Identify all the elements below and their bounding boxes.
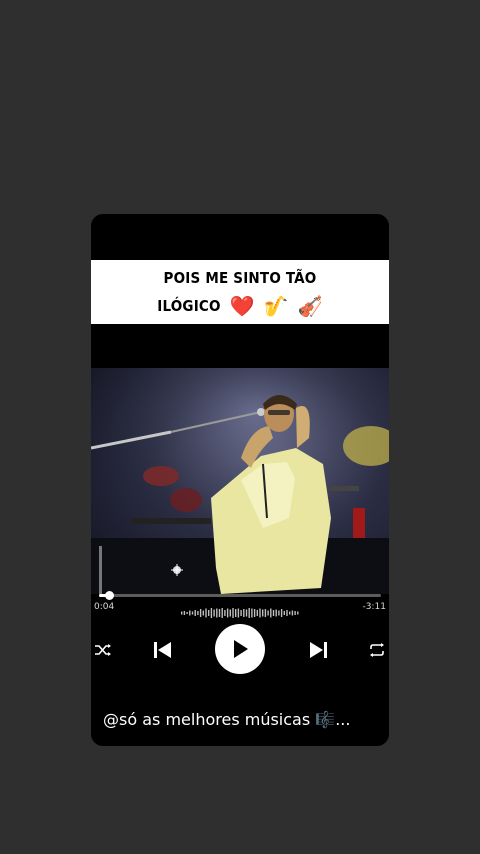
play-icon xyxy=(234,640,248,658)
waveform-bar xyxy=(243,609,245,617)
shuffle-icon[interactable] xyxy=(93,641,113,659)
waveform-bar xyxy=(289,611,291,615)
waveform-bar xyxy=(197,611,199,615)
waveform-bar xyxy=(251,608,253,618)
waveform-bar xyxy=(248,608,250,618)
remaining-time: -3:11 xyxy=(362,602,386,612)
waveform-bar xyxy=(262,609,264,617)
waveform-bar xyxy=(272,610,275,616)
waveform-bar xyxy=(259,608,261,618)
violin-emoji: 🎻 xyxy=(297,294,323,319)
waveform-bar xyxy=(224,610,226,616)
caption-word: ILÓGICO xyxy=(157,296,221,315)
elapsed-time: 0:04 xyxy=(94,602,115,612)
waveform-bar xyxy=(232,608,234,618)
previous-icon[interactable] xyxy=(152,640,174,660)
footer-username: @só as melhores músicas 🎼... xyxy=(103,710,351,729)
waveform-bar xyxy=(216,608,218,618)
waveform-bar xyxy=(186,612,188,614)
waveform-bar xyxy=(237,608,240,618)
caption-line-2: ILÓGICO ❤️ 🎷 🎻 xyxy=(157,292,322,321)
waveform-bar xyxy=(256,610,258,616)
waveform-bar xyxy=(189,610,191,616)
waveform-bar xyxy=(286,610,288,616)
waveform-bar xyxy=(291,610,294,616)
waveform-bar xyxy=(264,609,267,617)
waveform-bar xyxy=(210,608,213,618)
caption-line-1: POIS ME SINTO TÃO xyxy=(163,268,317,287)
waveform-bar xyxy=(280,609,283,617)
waveform-bar xyxy=(218,609,221,617)
waveform-bar xyxy=(267,610,269,616)
waveform-bar xyxy=(202,610,204,616)
waveform-bar xyxy=(278,610,280,616)
waveform-bar xyxy=(208,610,210,616)
story-card: POIS ME SINTO TÃO ILÓGICO ❤️ 🎷 🎻 0:04 -3… xyxy=(91,214,389,746)
waveform-bar xyxy=(297,611,299,615)
play-button[interactable] xyxy=(215,624,265,674)
waveform-bar xyxy=(270,608,272,618)
video-frame[interactable] xyxy=(91,368,389,594)
heart-emoji: ❤️ xyxy=(229,294,255,319)
waveform-bar xyxy=(191,611,194,615)
waveform-bar xyxy=(194,610,196,616)
waveform-bar xyxy=(275,609,277,617)
waveform-bar xyxy=(183,611,186,615)
waveform-bar xyxy=(221,608,223,618)
waveform-bar xyxy=(283,611,285,615)
saxophone-emoji: 🎷 xyxy=(263,294,289,319)
waveform-bar xyxy=(253,609,256,617)
waveform-bar xyxy=(229,609,231,617)
waveform-bar xyxy=(240,610,242,616)
waveform-bar xyxy=(245,609,248,617)
waveform-bar xyxy=(235,609,237,617)
progress-knob[interactable] xyxy=(104,591,114,600)
waveform-bar xyxy=(199,609,202,617)
player-controls xyxy=(91,622,389,676)
waveform-bar xyxy=(213,609,215,617)
waveform-icon xyxy=(181,608,299,618)
performer-scene xyxy=(91,368,389,594)
waveform-bar xyxy=(181,611,183,615)
repeat-icon[interactable] xyxy=(367,641,387,659)
waveform-bar xyxy=(205,608,207,618)
waveform-bar xyxy=(226,608,229,618)
waveform-bar xyxy=(294,611,296,615)
progress-bar[interactable] xyxy=(99,591,381,600)
next-icon[interactable] xyxy=(307,640,329,660)
caption-banner: POIS ME SINTO TÃO ILÓGICO ❤️ 🎷 🎻 xyxy=(91,260,389,324)
